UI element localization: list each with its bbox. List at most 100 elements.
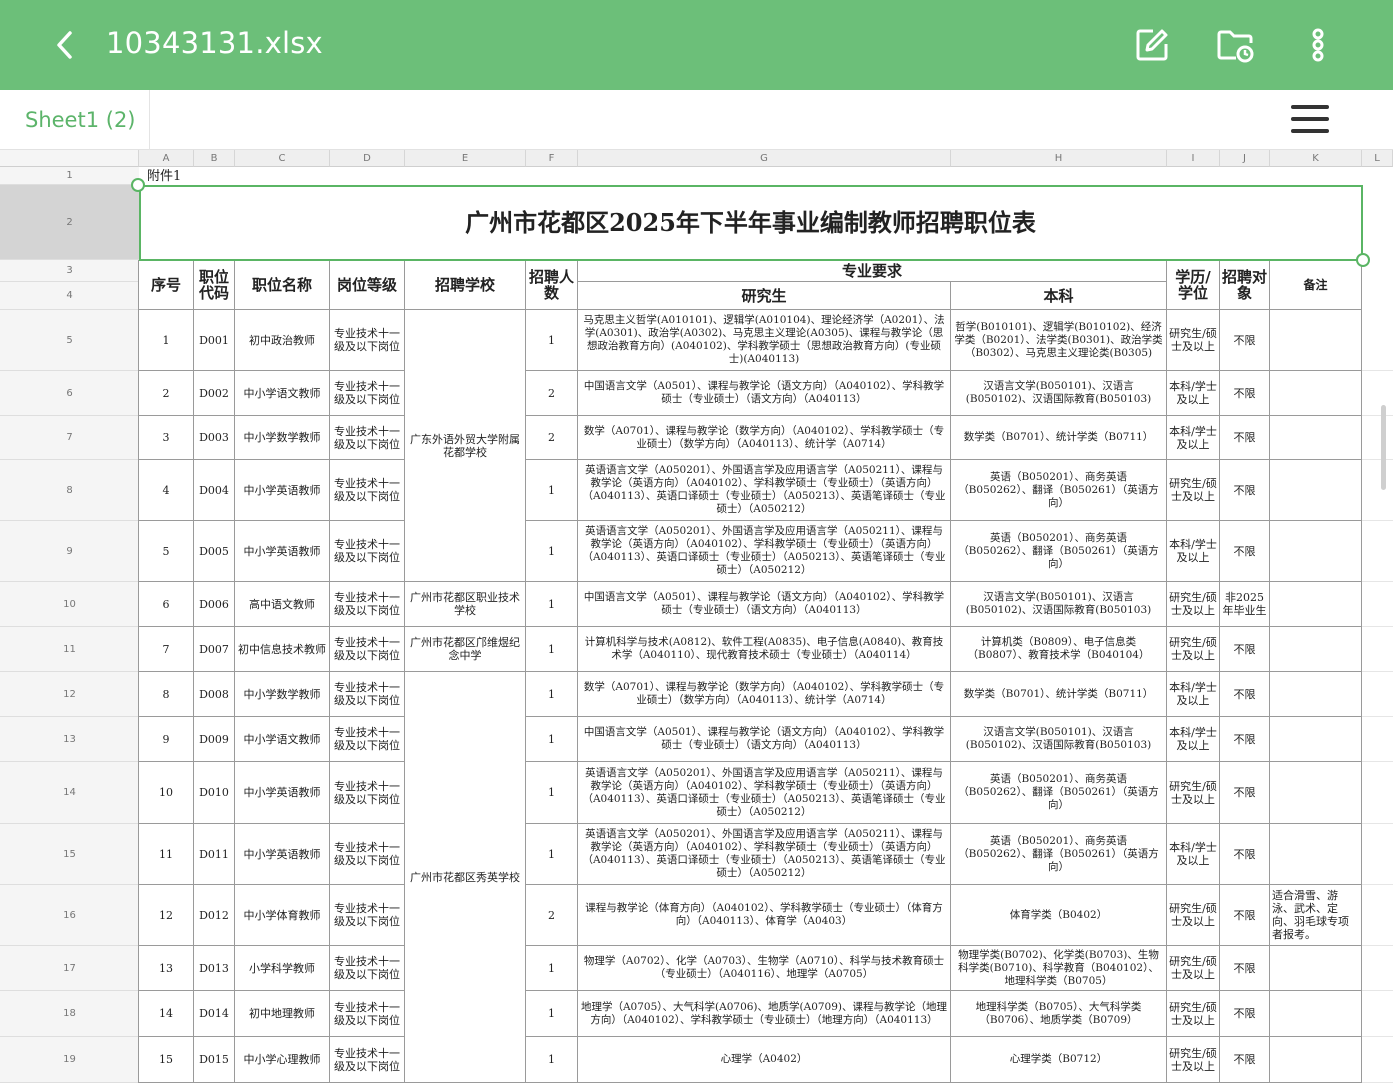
count-cell[interactable]: 2 [526,371,578,416]
header-seq[interactable]: 序号 [139,260,194,310]
undergrad-major-cell[interactable]: 哲学(B010101)、逻辑学(B010102)、经济学类（B0201）、法学类… [951,310,1167,371]
header-count[interactable]: 招聘人数 [526,260,578,310]
header-note[interactable]: 备注 [1270,260,1362,310]
code-cell[interactable]: D010 [194,762,235,824]
seq-cell[interactable]: 5 [139,521,194,582]
row-header[interactable]: 17 [0,946,139,991]
level-cell[interactable]: 专业技术十一级及以下岗位 [330,1037,405,1083]
edit-icon[interactable] [1133,26,1171,64]
target-cell[interactable]: 不限 [1220,1037,1270,1083]
column-header[interactable]: A [139,150,194,167]
school-cell[interactable]: 广州市花都区职业技术学校 [405,582,526,627]
job-name-cell[interactable]: 中小学英语教师 [235,521,330,582]
select-all-corner[interactable] [0,150,139,167]
degree-cell[interactable]: 本科/学士及以上 [1167,672,1220,717]
count-cell[interactable]: 1 [526,762,578,824]
seq-cell[interactable]: 7 [139,627,194,672]
vertical-scrollbar[interactable] [1381,405,1386,490]
seq-cell[interactable]: 3 [139,416,194,460]
degree-cell[interactable]: 研究生/硕士及以上 [1167,460,1220,521]
column-header[interactable]: D [330,150,405,167]
seq-cell[interactable]: 9 [139,717,194,762]
count-cell[interactable]: 1 [526,991,578,1037]
grad-major-cell[interactable]: 中国语言文学（A0501）、课程与教学论（语文方向）（A040102）、学科教学… [578,371,951,416]
level-cell[interactable]: 专业技术十一级及以下岗位 [330,762,405,824]
column-header[interactable]: H [951,150,1167,167]
level-cell[interactable]: 专业技术十一级及以下岗位 [330,717,405,762]
seq-cell[interactable]: 6 [139,582,194,627]
undergrad-major-cell[interactable]: 地理科学类（B0705）、大气科学类（B0706）、地质学类（B0709） [951,991,1167,1037]
count-cell[interactable]: 1 [526,824,578,885]
degree-cell[interactable]: 研究生/硕士及以上 [1167,762,1220,824]
count-cell[interactable]: 1 [526,582,578,627]
job-name-cell[interactable]: 初中信息技术教师 [235,627,330,672]
count-cell[interactable]: 1 [526,946,578,991]
grad-major-cell[interactable]: 中国语言文学（A0501）、课程与教学论（语文方向）（A040102）、学科教学… [578,717,951,762]
grad-major-cell[interactable]: 中国语言文学（A0501）、课程与教学论（语文方向）（A040102）、学科教学… [578,582,951,627]
target-cell[interactable]: 不限 [1220,824,1270,885]
column-header[interactable]: L [1362,150,1393,167]
undergrad-major-cell[interactable]: 英语（B050201）、商务英语（B050262）、翻译（B050261）（英语… [951,521,1167,582]
degree-cell[interactable]: 研究生/硕士及以上 [1167,1037,1220,1083]
header-degree[interactable]: 学历/学位 [1167,260,1220,310]
grad-major-cell[interactable]: 英语语言文学（A050201）、外国语言学及应用语言学（A050211）、课程与… [578,824,951,885]
note-cell[interactable] [1270,582,1362,627]
target-cell[interactable]: 不限 [1220,672,1270,717]
row-header[interactable]: 18 [0,991,139,1037]
level-cell[interactable]: 专业技术十一级及以下岗位 [330,627,405,672]
school-cell[interactable]: 广州市花都区邝维煜纪念中学 [405,627,526,672]
seq-cell[interactable]: 10 [139,762,194,824]
seq-cell[interactable]: 13 [139,946,194,991]
note-cell[interactable] [1270,1037,1362,1083]
count-cell[interactable]: 1 [526,672,578,717]
level-cell[interactable]: 专业技术十一级及以下岗位 [330,672,405,717]
seq-cell[interactable]: 12 [139,885,194,946]
column-header[interactable]: K [1270,150,1362,167]
grad-major-cell[interactable]: 数学（A0701）、课程与教学论（数学方向）（A040102）、学科教学硕士（专… [578,416,951,460]
job-name-cell[interactable]: 中小学体育教师 [235,885,330,946]
note-cell[interactable]: 适合滑雪、游泳、武术、定向、羽毛球专项者报考。 [1270,885,1362,946]
undergrad-major-cell[interactable]: 计算机类（B0809）、电子信息类（B0807）、教育技术学（B040104） [951,627,1167,672]
degree-cell[interactable]: 研究生/硕士及以上 [1167,582,1220,627]
row-header[interactable]: 12 [0,672,139,717]
row-header[interactable]: 10 [0,582,139,627]
code-cell[interactable]: D015 [194,1037,235,1083]
target-cell[interactable]: 不限 [1220,521,1270,582]
spreadsheet-grid[interactable]: A B C D E F G H I J K L 1 2 3 4 5 6 7 8 9 10 11 12 13 14 15 16 17 18 1… [0,150,1393,1083]
note-cell[interactable] [1270,762,1362,824]
count-cell[interactable]: 1 [526,717,578,762]
seq-cell[interactable]: 4 [139,460,194,521]
undergrad-major-cell[interactable]: 数学类（B0701）、统计学类（B0711） [951,416,1167,460]
code-cell[interactable]: D003 [194,416,235,460]
job-name-cell[interactable]: 初中政治教师 [235,310,330,371]
target-cell[interactable]: 不限 [1220,371,1270,416]
undergrad-major-cell[interactable]: 汉语言文学(B050101)、汉语言(B050102)、汉语国际教育(B0501… [951,717,1167,762]
target-cell[interactable]: 不限 [1220,991,1270,1037]
undergrad-major-cell[interactable]: 汉语言文学(B050101)、汉语言(B050102)、汉语国际教育(B0501… [951,582,1167,627]
row-header[interactable]: 1 [0,167,139,185]
degree-cell[interactable]: 研究生/硕士及以上 [1167,946,1220,991]
undergrad-major-cell[interactable]: 英语（B050201）、商务英语（B050262）、翻译（B050261）（英语… [951,824,1167,885]
grad-major-cell[interactable]: 英语语言文学（A050201）、外国语言学及应用语言学（A050211）、课程与… [578,762,951,824]
selection-handle-top-left[interactable] [131,178,145,192]
code-cell[interactable]: D014 [194,991,235,1037]
note-cell[interactable] [1270,717,1362,762]
job-name-cell[interactable]: 中小学英语教师 [235,460,330,521]
grad-major-cell[interactable]: 英语语言文学（A050201）、外国语言学及应用语言学（A050211）、课程与… [578,460,951,521]
undergrad-major-cell[interactable]: 物理学类(B0702)、化学类(B0703)、生物科学类(B0710)、科学教育… [951,946,1167,991]
degree-cell[interactable]: 研究生/硕士及以上 [1167,991,1220,1037]
level-cell[interactable]: 专业技术十一级及以下岗位 [330,991,405,1037]
grad-major-cell[interactable]: 心理学（A0402） [578,1037,951,1083]
column-header[interactable]: G [578,150,951,167]
job-name-cell[interactable]: 中小学语文教师 [235,371,330,416]
note-cell[interactable] [1270,310,1362,371]
row-header[interactable]: 2 [0,185,139,260]
undergrad-major-cell[interactable]: 汉语言文学(B050101)、汉语言(B050102)、汉语国际教育(B0501… [951,371,1167,416]
code-cell[interactable]: D005 [194,521,235,582]
degree-cell[interactable]: 本科/学士及以上 [1167,416,1220,460]
row-header[interactable]: 16 [0,885,139,946]
row-header[interactable]: 5 [0,310,139,371]
level-cell[interactable]: 专业技术十一级及以下岗位 [330,460,405,521]
column-header[interactable]: E [405,150,526,167]
header-undergrad[interactable]: 本科 [951,282,1167,310]
